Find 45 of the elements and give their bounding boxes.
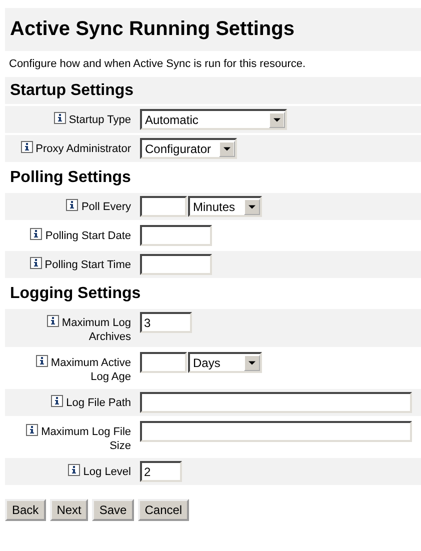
page-title: Active Sync Running Settings <box>10 18 294 41</box>
field-label: Proxy Administrator <box>36 143 131 155</box>
text-field[interactable] <box>140 225 212 246</box>
field-label: Startup Type <box>68 114 131 126</box>
section-title: Polling Settings <box>10 168 131 186</box>
dropdown-arrow-icon[interactable] <box>269 112 285 128</box>
info-icon[interactable] <box>46 315 59 327</box>
section-title: Startup Settings <box>10 82 134 100</box>
info-icon[interactable] <box>51 395 64 407</box>
text-field[interactable] <box>140 392 412 413</box>
form-button[interactable]: Save <box>92 499 134 521</box>
dropdown[interactable]: Automatic <box>140 109 287 130</box>
field-label: Log Level <box>83 466 131 478</box>
text-field[interactable] <box>140 254 212 275</box>
info-icon[interactable] <box>20 141 33 153</box>
dropdown-arrow-icon[interactable] <box>244 198 260 214</box>
form-button[interactable]: Cancel <box>138 499 190 521</box>
info-icon[interactable] <box>68 464 80 476</box>
number-field[interactable] <box>140 196 187 217</box>
section-title: Logging Settings <box>10 284 141 302</box>
dropdown-arrow-icon[interactable] <box>244 354 260 370</box>
field-label: Polling Start Date <box>45 230 131 242</box>
dropdown-arrow-icon[interactable] <box>219 140 235 156</box>
info-icon[interactable] <box>30 228 42 240</box>
info-icon[interactable] <box>36 355 48 367</box>
page-description: Configure how and when Active Sync is run for this resource. <box>8 57 307 72</box>
text-field[interactable] <box>140 421 412 442</box>
info-icon[interactable] <box>30 257 42 269</box>
form-button[interactable]: Next <box>50 499 88 521</box>
info-icon[interactable] <box>54 112 66 124</box>
field-label: Polling Start Time <box>44 259 131 271</box>
unit-dropdown[interactable]: Minutes <box>188 196 262 217</box>
unit-dropdown[interactable]: Days <box>188 352 262 373</box>
field-label: Log File Path <box>66 397 131 409</box>
dropdown[interactable]: Configurator <box>140 138 237 159</box>
form-button[interactable]: Back <box>5 499 46 521</box>
text-field[interactable]: 3 <box>140 312 192 333</box>
number-field[interactable] <box>140 352 187 373</box>
field-label: Maximum Log File Size <box>41 426 131 452</box>
field-label: Poll Every <box>81 201 131 213</box>
info-icon[interactable] <box>26 424 38 436</box>
field-label: Maximum Log Archives <box>62 317 131 343</box>
info-icon[interactable] <box>66 199 78 211</box>
text-field[interactable]: 2 <box>140 461 182 482</box>
field-label: Maximum Active Log Age <box>50 357 131 383</box>
